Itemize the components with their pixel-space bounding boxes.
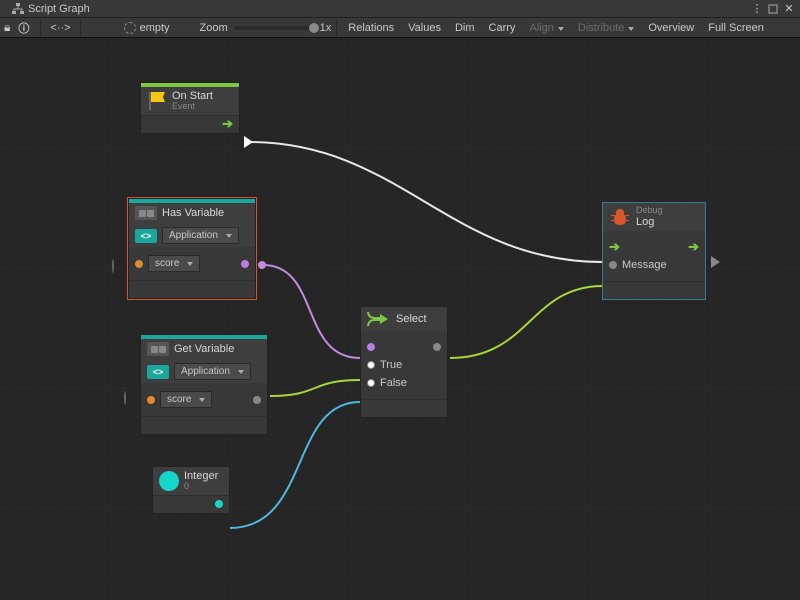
- variable-icon: [147, 342, 169, 356]
- node-integer[interactable]: Integer 0: [152, 466, 230, 514]
- info-icon[interactable]: ⓘ: [12, 18, 35, 38]
- scope-dropdown[interactable]: Application: [162, 227, 239, 244]
- zoom-slider[interactable]: [234, 26, 314, 30]
- graph-icon: [12, 3, 24, 15]
- carry-button[interactable]: Carry: [483, 20, 522, 36]
- node-title: Get Variable: [174, 343, 234, 355]
- node-title: Log: [636, 216, 663, 228]
- dim-button[interactable]: Dim: [449, 20, 481, 36]
- node-subtitle: Event: [172, 102, 213, 112]
- variable-name-dropdown[interactable]: score: [148, 255, 200, 272]
- node-surtitle: Debug: [636, 206, 663, 216]
- true-label: True: [380, 359, 402, 371]
- scope-icon: <>: [147, 365, 169, 379]
- distribute-dropdown[interactable]: Distribute: [572, 20, 640, 36]
- variable-icon: [135, 206, 157, 220]
- bug-icon: [609, 207, 631, 227]
- node-title: Has Variable: [162, 207, 224, 219]
- window-close-icon[interactable]: ✕: [782, 2, 796, 16]
- variable-name-dropdown[interactable]: score: [160, 391, 212, 408]
- zoom-value: 1x: [320, 22, 332, 34]
- external-in-port[interactable]: [112, 260, 122, 270]
- node-get-variable[interactable]: Get Variable <> Application score: [140, 334, 268, 435]
- node-has-variable[interactable]: Has Variable <> Application score: [128, 198, 256, 299]
- select-merge-icon: [367, 310, 391, 328]
- scope-icon: <>: [135, 229, 157, 243]
- false-in-port[interactable]: [367, 379, 375, 387]
- fullscreen-button[interactable]: Full Screen: [702, 20, 770, 36]
- lock-icon[interactable]: 🔒︎: [4, 20, 10, 35]
- message-in-port[interactable]: [609, 261, 617, 269]
- flow-out-port[interactable]: ➔: [222, 116, 233, 132]
- flag-event-icon: [147, 92, 167, 110]
- flow-out-triangle[interactable]: [244, 136, 254, 146]
- output-port-bool[interactable]: [241, 260, 249, 268]
- scope-dropdown[interactable]: Application: [174, 363, 251, 380]
- context-label: empty: [140, 22, 170, 34]
- align-dropdown[interactable]: Align: [523, 20, 569, 36]
- node-title: Integer: [184, 470, 218, 482]
- window-maximize-icon[interactable]: [766, 2, 780, 16]
- window-title: Script Graph: [28, 3, 90, 15]
- node-on-start[interactable]: On Start Event ➔: [140, 82, 240, 134]
- node-debug-log[interactable]: Debug Log ➔ ➔ Message: [602, 202, 706, 300]
- window-menu-icon[interactable]: ⋮: [750, 2, 764, 16]
- window-tab[interactable]: Script Graph: [4, 1, 98, 17]
- flow-out-port[interactable]: ➔: [688, 239, 699, 255]
- integer-type-icon: [159, 471, 179, 491]
- node-title: Select: [396, 313, 427, 325]
- flow-out-triangle[interactable]: [711, 256, 721, 266]
- output-port-value[interactable]: [253, 396, 261, 404]
- integer-value: 0: [184, 482, 218, 492]
- flow-in-port[interactable]: ➔: [609, 239, 620, 255]
- message-label: Message: [622, 259, 667, 271]
- values-button[interactable]: Values: [402, 20, 447, 36]
- condition-in-port[interactable]: [367, 343, 375, 351]
- output-port-int[interactable]: [215, 500, 223, 508]
- external-in-port[interactable]: [124, 392, 134, 402]
- input-port[interactable]: [147, 396, 155, 404]
- graph-context-dropdown[interactable]: empty: [118, 20, 176, 36]
- zoom-label: Zoom: [200, 22, 228, 34]
- empty-icon: [124, 22, 136, 34]
- titlebar: Script Graph ⋮ ✕: [0, 0, 800, 18]
- overview-button[interactable]: Overview: [642, 20, 700, 36]
- output-port[interactable]: [433, 343, 441, 351]
- false-label: False: [380, 377, 407, 389]
- relations-button[interactable]: Relations: [342, 20, 400, 36]
- toolbar: 🔒︎ ⓘ <··> empty Zoom 1x Relations Values…: [0, 18, 800, 38]
- node-select[interactable]: Select True False: [360, 306, 448, 418]
- input-port[interactable]: [135, 260, 143, 268]
- true-in-port[interactable]: [367, 361, 375, 369]
- external-out-port[interactable]: [258, 260, 268, 270]
- code-icon[interactable]: <··>: [46, 22, 74, 34]
- graph-canvas[interactable]: On Start Event ➔ Has Variable <> Applica…: [0, 38, 800, 600]
